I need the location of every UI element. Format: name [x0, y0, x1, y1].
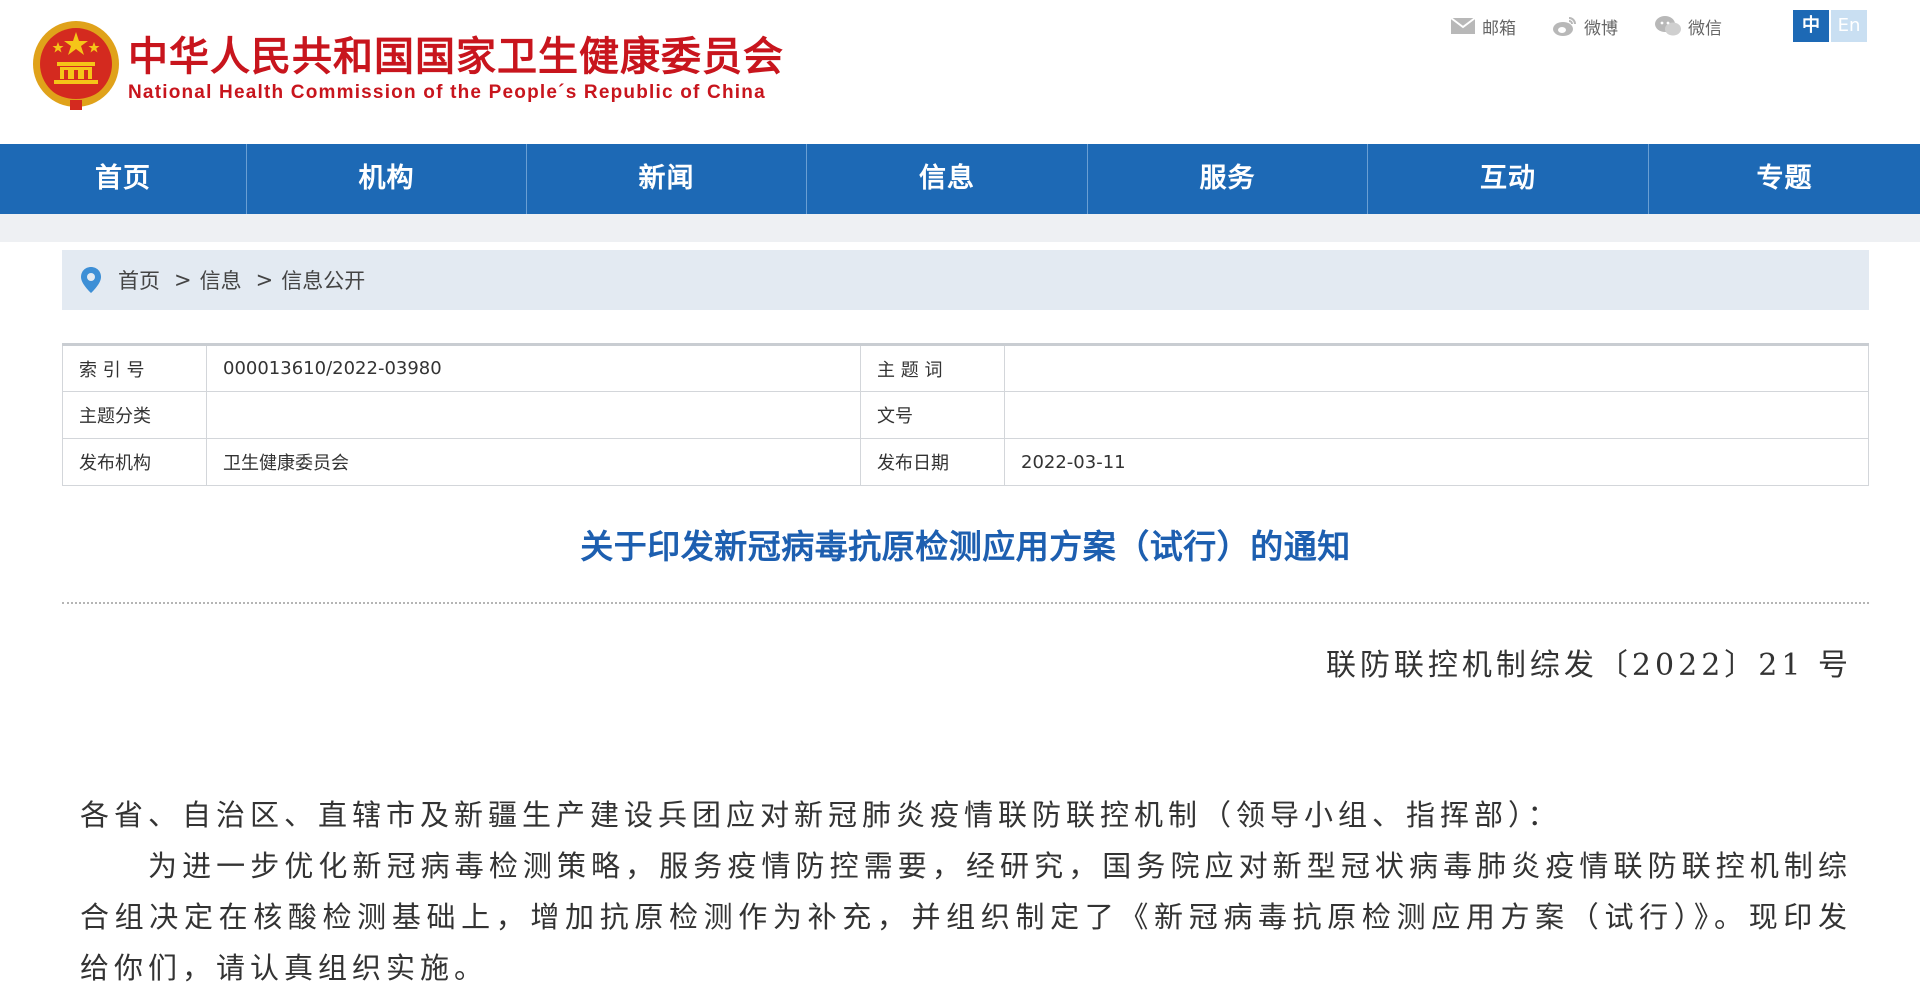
national-emblem-icon[interactable]	[30, 18, 122, 114]
table-row: 发布机构 卫生健康委员会 发布日期 2022-03-11	[62, 438, 1869, 486]
publisher-label: 发布机构	[62, 438, 207, 486]
document-salutation: 各省、自治区、直辖市及新疆生产建设兵团应对新冠肺炎疫情联防联控机制（领导小组、指…	[80, 798, 1562, 832]
header-links: 邮箱 微博 微信	[1450, 12, 1758, 40]
index-number-label: 索 引 号	[62, 344, 207, 392]
wechat-link-label: 微信	[1688, 18, 1722, 39]
main-nav: 首页 机构 新闻 信息 服务 互动 专题	[0, 144, 1920, 214]
topic-category-label: 主题分类	[62, 391, 207, 439]
breadcrumb-information[interactable]: 信息	[200, 265, 242, 295]
document-issue-number: 联防联控机制综发〔2022〕21 号	[1325, 648, 1852, 683]
breadcrumb: 首页 > 信息 > 信息公开	[62, 250, 1869, 310]
nav-item-information[interactable]: 信息	[807, 144, 1088, 214]
table-row: 索 引 号 000013610/2022-03980 主 题 词	[62, 344, 1869, 392]
subject-words-value	[1004, 344, 1869, 392]
index-number-value: 000013610/2022-03980	[206, 344, 861, 392]
subject-words-label: 主 题 词	[860, 344, 1005, 392]
site-header: 中华人民共和国国家卫生健康委员会 National Health Commiss…	[0, 0, 1920, 144]
document-title: 关于印发新冠病毒抗原检测应用方案（试行）的通知	[580, 527, 1351, 566]
nav-item-topics[interactable]: 专题	[1649, 144, 1920, 214]
language-switcher: 中 En	[1793, 10, 1867, 42]
publish-date-label: 发布日期	[860, 438, 1005, 486]
document-number-label: 文号	[860, 391, 1005, 439]
breadcrumb-home[interactable]: 首页	[118, 265, 160, 295]
breadcrumb-information-disclosure[interactable]: 信息公开	[281, 265, 365, 295]
nav-item-news[interactable]: 新闻	[527, 144, 807, 214]
document-body: 各省、自治区、直辖市及新疆生产建设兵团应对新冠肺炎疫情联防联控机制（领导小组、指…	[80, 790, 1852, 994]
nav-shadow-band	[0, 214, 1920, 242]
table-row: 主题分类 文号	[62, 391, 1869, 439]
breadcrumb-separator: >	[174, 268, 192, 292]
nav-item-organization[interactable]: 机构	[247, 144, 527, 214]
publish-date-value: 2022-03-11	[1004, 438, 1869, 486]
title-divider	[62, 602, 1869, 604]
topic-category-value	[206, 391, 861, 439]
weibo-link[interactable]: 微博	[1552, 14, 1618, 39]
wechat-link[interactable]: 微信	[1654, 14, 1722, 39]
lang-english-button[interactable]: En	[1831, 10, 1867, 42]
weibo-link-label: 微博	[1584, 18, 1618, 39]
nav-item-home[interactable]: 首页	[0, 144, 247, 214]
wechat-icon	[1655, 16, 1681, 36]
publisher-value: 卫生健康委员会	[206, 438, 861, 486]
site-title-english[interactable]: National Health Commission of the People…	[128, 82, 766, 104]
mail-link-label: 邮箱	[1482, 18, 1516, 39]
mail-link[interactable]: 邮箱	[1450, 14, 1516, 39]
document-number-value	[1004, 391, 1869, 439]
lang-chinese-button[interactable]: 中	[1793, 10, 1829, 42]
site-title-chinese[interactable]: 中华人民共和国国家卫生健康委员会	[128, 24, 784, 82]
document-metadata-table: 索 引 号 000013610/2022-03980 主 题 词 主题分类 文号…	[62, 343, 1869, 486]
mail-icon	[1450, 17, 1476, 34]
nav-item-services[interactable]: 服务	[1088, 144, 1368, 214]
weibo-icon	[1553, 17, 1576, 36]
document-paragraph: 为进一步优化新冠病毒检测策略，服务疫情防控需要，经研究，国务院应对新型冠状病毒肺…	[80, 849, 1852, 985]
breadcrumb-separator: >	[255, 268, 274, 292]
nav-item-interaction[interactable]: 互动	[1368, 144, 1649, 214]
location-pin-icon	[81, 267, 101, 293]
